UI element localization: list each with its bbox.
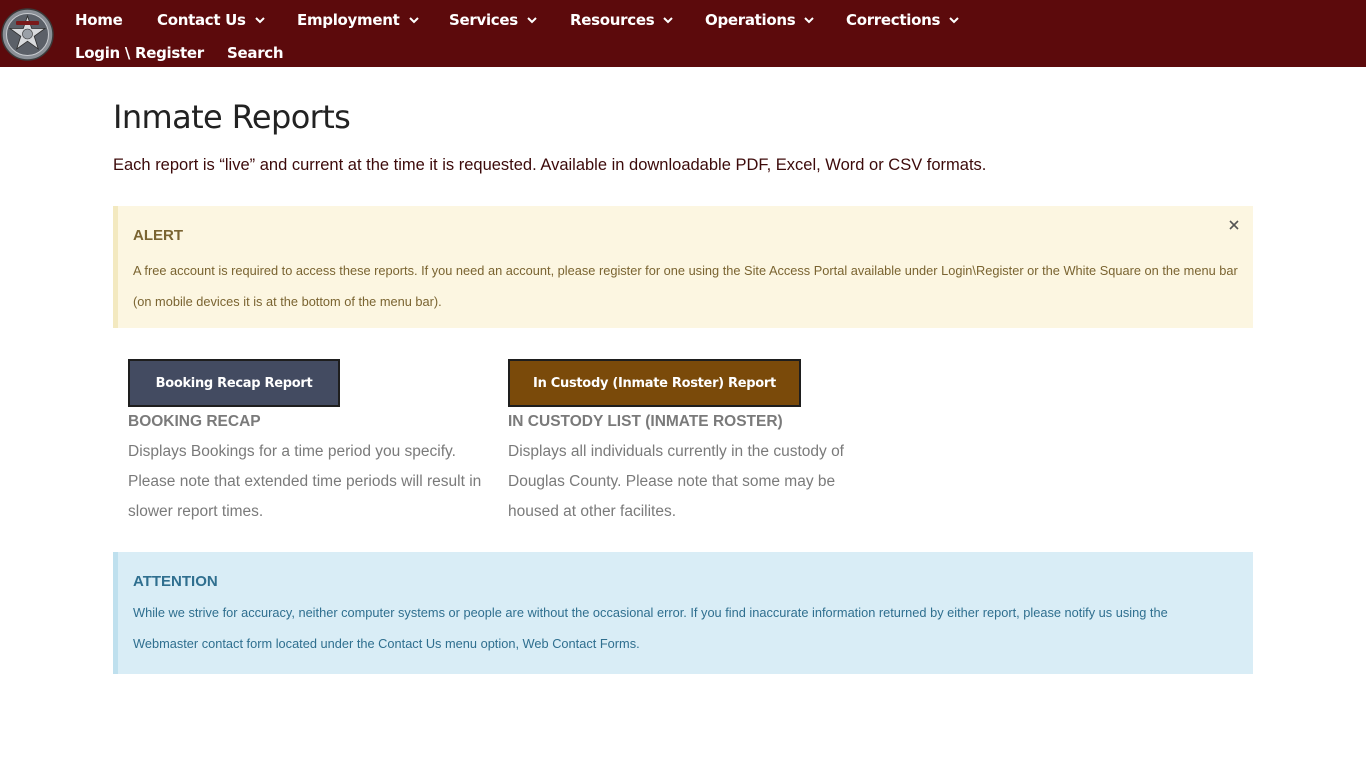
nav-services-label: Services xyxy=(449,11,518,29)
nav-contact-us-label: Contact Us xyxy=(157,11,246,29)
nav-operations[interactable]: Operations xyxy=(705,11,815,29)
chevron-down-icon xyxy=(804,15,815,25)
attention-title: ATTENTION xyxy=(133,573,218,590)
alert-text: A free account is required to access the… xyxy=(133,263,1238,309)
alert-title: ALERT xyxy=(133,227,183,244)
nav-resources[interactable]: Resources xyxy=(570,11,674,29)
chevron-down-icon xyxy=(527,15,537,25)
in-custody-title: IN CUSTODY LIST (INMATE ROSTER) xyxy=(508,413,783,430)
nav-employment[interactable]: Employment xyxy=(297,11,419,29)
nav-login-register[interactable]: Login \ Register xyxy=(75,44,204,62)
attention-text: While we strive for accuracy, neither co… xyxy=(133,605,1168,651)
in-custody-report-button[interactable]: In Custody (Inmate Roster) Report xyxy=(508,359,801,407)
page-intro-text: Each report is “live” and current at the… xyxy=(113,156,987,174)
nav-search-label: Search xyxy=(227,44,284,62)
nav-employment-label: Employment xyxy=(297,11,400,29)
booking-recap-description: Displays Bookings for a time period you … xyxy=(128,443,482,520)
sheriff-badge-logo[interactable] xyxy=(1,8,54,61)
nav-resources-label: Resources xyxy=(570,11,655,29)
in-custody-description: Displays all individuals currently in th… xyxy=(508,443,844,520)
nav-operations-label: Operations xyxy=(705,11,796,29)
alert-box: ALERT A free account is required to acce… xyxy=(113,206,1253,328)
chevron-down-icon xyxy=(408,15,419,25)
nav-services[interactable]: Services xyxy=(449,11,537,29)
booking-recap-title: BOOKING RECAP xyxy=(128,413,261,430)
nav-corrections[interactable]: Corrections xyxy=(846,11,959,29)
nav-home-label: Home xyxy=(75,11,123,29)
booking-recap-report-button[interactable]: Booking Recap Report xyxy=(128,359,340,407)
close-icon[interactable] xyxy=(1227,218,1241,232)
chevron-down-icon xyxy=(254,15,265,25)
nav-login-register-label: Login \ Register xyxy=(75,44,204,62)
top-navigation-bar: Home Contact Us Employment Services Reso… xyxy=(0,0,1366,67)
nav-search[interactable]: Search xyxy=(227,44,284,62)
nav-home[interactable]: Home xyxy=(75,11,123,29)
chevron-down-icon xyxy=(663,15,674,25)
nav-contact-us[interactable]: Contact Us xyxy=(157,11,265,29)
page-title: Inmate Reports xyxy=(113,98,351,136)
nav-corrections-label: Corrections xyxy=(846,11,941,29)
attention-box: ATTENTION While we strive for accuracy, … xyxy=(113,552,1253,674)
chevron-down-icon xyxy=(949,15,959,25)
